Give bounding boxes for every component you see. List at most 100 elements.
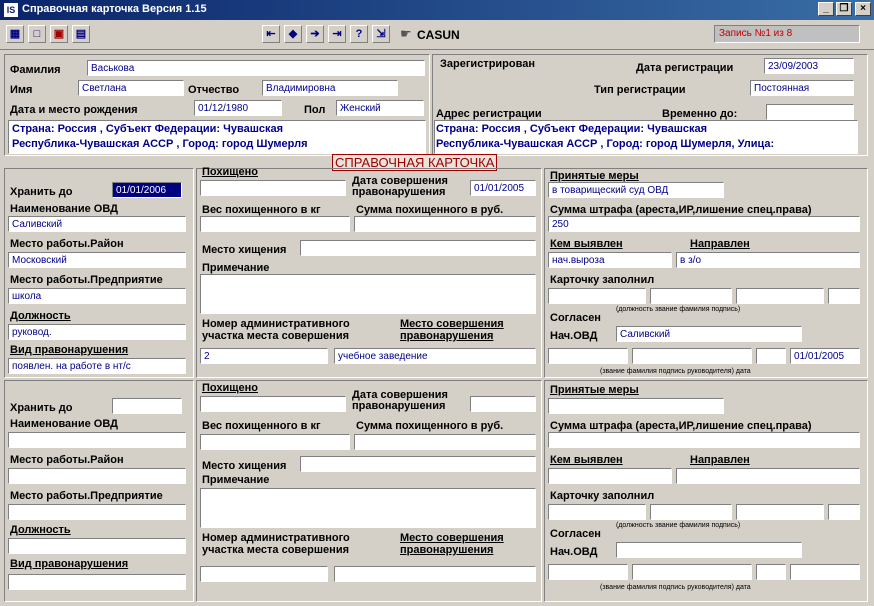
reg-date-field[interactable]: 23/09/2003 <box>764 58 854 74</box>
head-ovd-field[interactable]: Саливский <box>616 326 802 342</box>
notes-field-2[interactable] <box>200 488 536 528</box>
head-rank-field[interactable] <box>548 348 628 364</box>
new-document-icon[interactable]: □ <box>28 25 46 43</box>
gender-field[interactable]: Женский <box>336 100 424 116</box>
identified-by-field-2[interactable] <box>548 468 672 484</box>
keep-until-field-2[interactable] <box>112 398 182 414</box>
birth-address-line1: Страна: Россия , Субъект Федерации: Чува… <box>12 123 284 135</box>
surname-field[interactable]: Васькова <box>87 60 425 76</box>
offense-type-field-2[interactable] <box>8 574 186 590</box>
app-icon: IS <box>4 3 18 17</box>
filled-by-rank-field-2[interactable] <box>650 504 732 520</box>
reg-address-label: Адрес регистрации <box>436 108 542 120</box>
stolen-sum-field-2[interactable] <box>354 434 536 450</box>
offense-place-label-2: Место совершения правонарушения <box>400 532 504 556</box>
record-status: Запись №1 из 8 <box>714 25 860 43</box>
help-icon[interactable]: ? <box>350 25 368 43</box>
reg-type-field[interactable]: Постоянная <box>750 80 854 96</box>
work-district-field-2[interactable] <box>8 468 186 484</box>
name-label: Имя <box>10 84 33 96</box>
sent-to-field[interactable]: в з/о <box>676 252 860 268</box>
head-name-field-2[interactable] <box>632 564 752 580</box>
position-label-2: Должность <box>10 524 71 536</box>
filled-by-sign-field-2[interactable] <box>828 504 860 520</box>
last-record-icon[interactable]: ⇥ <box>328 25 346 43</box>
admin-area-field-2[interactable] <box>200 566 328 582</box>
filled-by-position-field[interactable] <box>548 288 646 304</box>
offense-date-label-2: Дата совершения правонарушения <box>352 389 448 412</box>
stolen-field-2[interactable] <box>200 396 346 412</box>
work-district-label-2: Место работы.Район <box>10 454 124 466</box>
position-field-2[interactable] <box>8 538 186 554</box>
brand-label: CASUN <box>417 28 460 42</box>
stolen-weight-field[interactable] <box>200 216 350 232</box>
stolen-field[interactable] <box>200 180 346 196</box>
reg-address-line2: Республика-Чувашская АССР , Город: город… <box>436 138 775 150</box>
notes-field[interactable] <box>200 274 536 314</box>
stolen-weight-field-2[interactable] <box>200 434 350 450</box>
temp-until-field[interactable] <box>766 104 854 120</box>
work-company-field-2[interactable] <box>8 504 186 520</box>
offense-date-field-2[interactable] <box>470 396 536 412</box>
delete-icon[interactable]: ▣ <box>50 25 68 43</box>
offense-place-field-2[interactable] <box>334 566 536 582</box>
offense-date-field[interactable]: 01/01/2005 <box>470 180 536 196</box>
keep-until-field[interactable]: 01/01/2006 <box>112 182 182 198</box>
work-company-field[interactable]: школа <box>8 288 186 304</box>
ovd-name-field-2[interactable] <box>8 432 186 448</box>
location-field-2[interactable] <box>300 456 536 472</box>
stolen-weight-label: Вес похищенного в кг <box>202 204 321 216</box>
work-district-label: Место работы.Район <box>10 238 124 250</box>
filled-by-rank-field[interactable] <box>650 288 732 304</box>
offense-place-field[interactable]: учебное заведение <box>334 348 536 364</box>
patronymic-field[interactable]: Владимировна <box>262 80 398 96</box>
keep-until-label: Хранить до <box>10 186 73 198</box>
offense-type-field[interactable]: появлен. на работе в нт/с <box>8 358 186 374</box>
fine-sum-field[interactable]: 250 <box>548 216 860 232</box>
save-icon[interactable]: ▤ <box>72 25 90 43</box>
exit-icon[interactable]: ⇲ <box>372 25 390 43</box>
measures-field[interactable]: в товарищеский суд ОВД <box>548 182 724 198</box>
birth-address-line2: Республика-Чувашская АССР , Город: город… <box>12 138 308 150</box>
location-field[interactable] <box>300 240 536 256</box>
restore-button[interactable]: ❐ <box>836 2 852 16</box>
filled-by-position-field-2[interactable] <box>548 504 646 520</box>
offense-place-label: Место совершения правонарушения <box>400 318 504 342</box>
agreed-label-2: Согласен <box>550 528 601 540</box>
head-sign-field-2[interactable] <box>756 564 786 580</box>
offense-type-label-2: Вид правонарушения <box>10 558 129 570</box>
filled-by-name-field-2[interactable] <box>736 504 824 520</box>
name-field[interactable]: Светлана <box>78 80 184 96</box>
sign-date-field[interactable]: 01/01/2005 <box>790 348 860 364</box>
sign-date-field-2[interactable] <box>790 564 860 580</box>
position-field[interactable]: руковод. <box>8 324 186 340</box>
next-record-icon[interactable]: ➔ <box>306 25 324 43</box>
stolen-label-2: Похищено <box>202 382 258 394</box>
birth-date-field[interactable]: 01/12/1980 <box>194 100 282 116</box>
first-record-icon[interactable]: ⇤ <box>262 25 280 43</box>
filled-by-name-field[interactable] <box>736 288 824 304</box>
minimize-button[interactable]: _ <box>818 2 834 16</box>
admin-area-field[interactable]: 2 <box>200 348 328 364</box>
head-ovd-field-2[interactable] <box>616 542 802 558</box>
surname-label: Фамилия <box>10 64 61 76</box>
head-rank-field-2[interactable] <box>548 564 628 580</box>
previous-record-icon[interactable]: ◆ <box>284 25 302 43</box>
casun-logo-icon: ☛ <box>400 26 412 41</box>
head-ovd-label: Нач.ОВД <box>550 330 598 342</box>
close-button[interactable]: × <box>855 2 871 16</box>
stolen-sum-label-2: Сумма похищенного в руб. <box>356 420 504 432</box>
head-sign-field[interactable] <box>756 348 786 364</box>
identified-by-field[interactable]: нач.выроза <box>548 252 672 268</box>
ovd-name-field[interactable]: Саливский <box>8 216 186 232</box>
filled-by-sign-field[interactable] <box>828 288 860 304</box>
head-name-field[interactable] <box>632 348 752 364</box>
measures-field-2[interactable] <box>548 398 724 414</box>
fine-sum-field-2[interactable] <box>548 432 860 448</box>
reg-type-label: Тип регистрации <box>594 84 686 96</box>
sent-to-field-2[interactable] <box>676 468 860 484</box>
notes-label-2: Примечание <box>202 474 270 486</box>
open-icon[interactable]: ▦ <box>6 25 24 43</box>
work-district-field[interactable]: Московский <box>8 252 186 268</box>
stolen-sum-field[interactable] <box>354 216 536 232</box>
